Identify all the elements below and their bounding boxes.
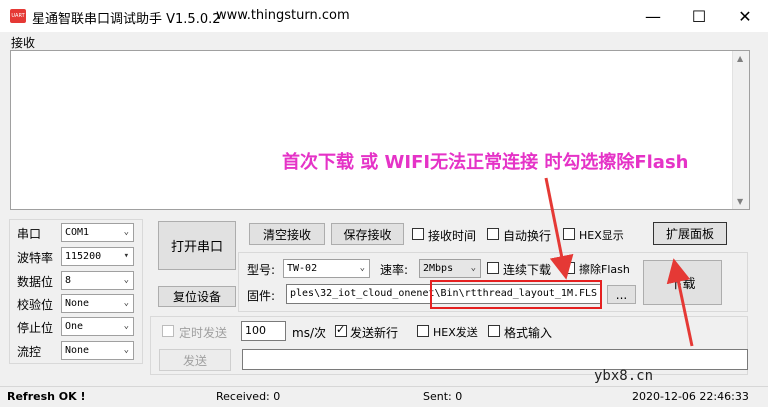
- sent-count: Sent: 0: [423, 390, 463, 403]
- status-message: Refresh OK !: [7, 390, 86, 403]
- watermark: ybx8.cn: [594, 368, 654, 384]
- annotation-arrow-icon: [544, 177, 694, 347]
- erase-flash-arrow: [544, 177, 574, 280]
- status-datetime: 2020-12-06 22:46:33: [632, 390, 749, 403]
- status-bar: Refresh OK ! Received: 0 Sent: 0 2020-12…: [0, 386, 768, 407]
- download-button-arrow: [666, 258, 694, 347]
- received-count: Received: 0: [216, 390, 281, 403]
